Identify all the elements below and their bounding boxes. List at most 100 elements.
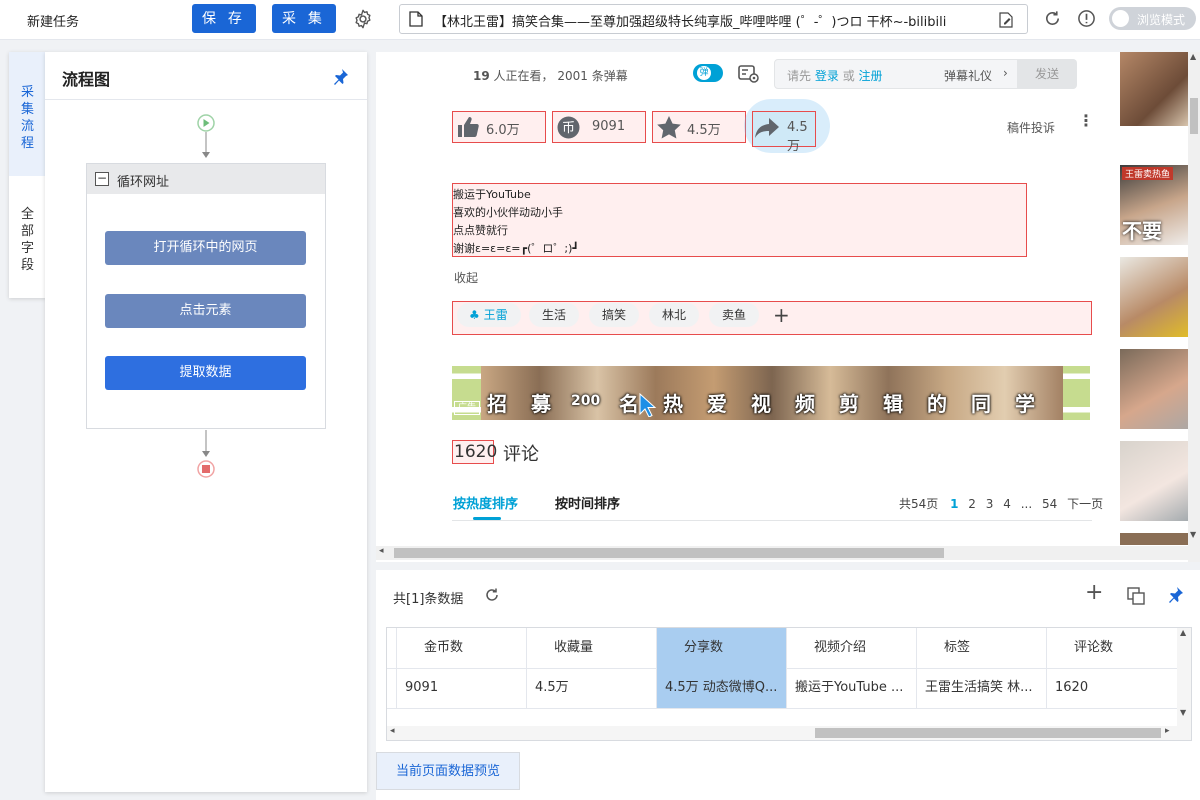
pin-panel-icon[interactable] [1168, 586, 1184, 604]
column-header[interactable]: 评论数 [1074, 628, 1113, 668]
banner-char: 200 [571, 393, 601, 409]
viewer-count: 19 [473, 69, 490, 83]
table-cell[interactable]: 9091 [405, 668, 520, 708]
column-video-intro[interactable]: 视频介绍 搬运于YouTube ... [787, 628, 917, 708]
sort-by-hot[interactable]: 按热度排序 [453, 493, 518, 512]
vertical-scroll-thumb[interactable] [1190, 98, 1198, 134]
pager-next[interactable]: 下一页 [1067, 497, 1103, 511]
send-button[interactable]: 发送 [1017, 59, 1077, 89]
browse-mode-toggle[interactable]: 浏览模式 [1109, 7, 1196, 30]
tag-life[interactable]: 生活 [529, 303, 580, 327]
sort-by-time[interactable]: 按时间排序 [555, 493, 620, 512]
more-vertical-icon[interactable]: ⋮ [1078, 113, 1094, 129]
pager-page-4[interactable]: 4 [1003, 497, 1011, 511]
column-comments[interactable]: 评论数 1620 [1047, 628, 1177, 708]
pager-page-1[interactable]: 1 [950, 497, 958, 511]
scroll-down-icon[interactable]: ▼ [1180, 708, 1186, 717]
vertical-scrollbar[interactable]: ▲ ▼ [1188, 52, 1200, 562]
info-icon[interactable] [1077, 9, 1096, 28]
table-cell[interactable]: 4.5万 [535, 668, 650, 708]
tag-linbei[interactable]: 林北 [649, 303, 700, 327]
step-extract-data[interactable]: 提取数据 [105, 356, 306, 390]
tag-funny[interactable]: 搞笑 [589, 303, 640, 327]
danmaku-input[interactable]: 请先 登录 或 注册 弹幕礼仪 › 发送 [774, 59, 1077, 89]
tag-wanglei[interactable]: ♣ 王雷 [457, 303, 521, 327]
danmaku-settings-icon[interactable] [738, 64, 760, 84]
mouse-cursor-icon [639, 393, 657, 417]
register-link[interactable]: 注册 [859, 69, 883, 83]
copy-settings-icon[interactable] [1127, 587, 1145, 605]
tag-sellfish[interactable]: 卖鱼 [709, 303, 760, 327]
horizontal-scroll-thumb[interactable] [394, 548, 944, 558]
tab-current-page-preview[interactable]: 当前页面数据预览 [376, 752, 520, 790]
column-shares-selected[interactable]: 分享数 4.5万 动态微博Q... [657, 628, 787, 708]
task-title: 新建任务 [27, 15, 80, 30]
pager-page-3[interactable]: 3 [986, 497, 994, 511]
collapse-link[interactable]: 收起 [454, 269, 478, 286]
share-count: 4.5万 [787, 120, 808, 154]
table-horizontal-scrollbar[interactable]: ◂ ▸ [387, 726, 1191, 740]
column-header[interactable]: 视频介绍 [814, 628, 866, 668]
tab-collect-flow[interactable]: 采集流程 [9, 52, 46, 176]
scroll-left-icon[interactable]: ◂ [379, 546, 384, 556]
favorite-button[interactable]: 4.5万 [652, 111, 746, 143]
pin-icon[interactable] [333, 68, 349, 86]
recruit-banner-ad[interactable]: 广告 招 募 200 名 热 爱 视 频 剪 辑 的 同 学 [452, 366, 1090, 420]
column-favorites[interactable]: 收藏量 4.5万 [527, 628, 657, 708]
horizontal-scrollbar[interactable]: ◂ [376, 546, 1188, 560]
table-cell[interactable]: 4.5万 动态微博Q... [665, 668, 783, 708]
column-header[interactable]: 收藏量 [554, 628, 593, 668]
step-click-element[interactable]: 点击元素 [105, 294, 306, 328]
desc-line: 喜欢的小伙伴动动小手 [453, 206, 563, 219]
data-table: 金币数 9091 收藏量 4.5万 分享数 4.5万 动态微博Q... 视频介绍… [386, 627, 1192, 741]
column-header[interactable]: 标签 [944, 628, 970, 668]
banner-char: 同 [971, 392, 991, 416]
share-button[interactable]: 4.5万 [752, 111, 816, 154]
scroll-up-icon[interactable]: ▲ [1190, 52, 1196, 61]
column-coins[interactable]: 金币数 9091 [397, 628, 527, 708]
gear-icon[interactable] [352, 8, 374, 30]
danmaku-toggle[interactable]: 弹 [693, 64, 723, 82]
star-icon [657, 116, 681, 139]
report-link[interactable]: 稿件投诉 [1007, 119, 1055, 136]
coin-button[interactable]: 币 9091 [552, 111, 646, 143]
comment-count-box[interactable]: 1620 [452, 440, 497, 464]
table-cell[interactable]: 1620 [1055, 668, 1170, 708]
pager-page-last[interactable]: 54 [1042, 497, 1057, 511]
step-open-page[interactable]: 打开循环中的网页 [105, 231, 306, 265]
tag-list[interactable]: ♣ 王雷 生活 搞笑 林北 卖鱼 + [452, 301, 1092, 335]
danmaku-text: 条弹幕 [591, 69, 628, 83]
loop-header[interactable]: − 循环网址 [87, 164, 325, 194]
banner-char: 名 [619, 392, 639, 416]
save-button[interactable]: 保 存 [192, 4, 256, 33]
danmaku-etiquette-link[interactable]: 弹幕礼仪 [944, 67, 992, 84]
banner-char: 的 [927, 392, 947, 416]
scroll-down-icon[interactable]: ▼ [1190, 530, 1196, 539]
refresh-icon[interactable] [1043, 9, 1062, 28]
column-header[interactable]: 金币数 [424, 628, 463, 668]
flow-title: 流程图 [62, 70, 111, 89]
data-count: 共[1]条数据 [393, 592, 464, 607]
video-description[interactable]: 搬运于YouTube 喜欢的小伙伴动动小手 点点赞就行 谢谢ε=ε=ε=┏(゜ロ… [452, 183, 1027, 257]
scroll-up-icon[interactable]: ▲ [1180, 628, 1186, 637]
table-cell[interactable]: 搬运于YouTube ... [795, 668, 913, 708]
pager-page-2[interactable]: 2 [968, 497, 976, 511]
table-scroll-thumb[interactable] [815, 728, 1161, 738]
edit-url-icon[interactable] [998, 12, 1014, 28]
add-field-icon[interactable]: + [1085, 582, 1103, 604]
comment-pager: 共54页 1 2 3 4 ... 54 下一页 [899, 495, 1103, 512]
scroll-right-icon[interactable]: ▸ [1165, 726, 1170, 736]
tab-all-fields[interactable]: 全部字段 [9, 176, 46, 298]
login-link[interactable]: 登录 [815, 69, 839, 83]
column-header[interactable]: 分享数 [684, 628, 723, 668]
collapse-minus-icon[interactable]: − [95, 172, 109, 186]
reload-data-icon[interactable] [484, 587, 500, 603]
collect-button[interactable]: 采 集 [272, 4, 336, 33]
scroll-left-icon[interactable]: ◂ [390, 726, 395, 736]
like-button[interactable]: 6.0万 [452, 111, 546, 143]
table-cell[interactable]: 王雷生活搞笑 林... [925, 668, 1043, 708]
add-tag-icon[interactable]: + [773, 303, 790, 327]
column-tags[interactable]: 标签 王雷生活搞笑 林... [917, 628, 1047, 708]
table-vertical-scrollbar[interactable]: ▲ ▼ [1177, 628, 1191, 726]
url-bar[interactable]: 【林北王雷】搞笑合集——至尊加强超级特长纯享版_哔哩哔哩 (゜-゜)つロ 干杯~… [399, 4, 1028, 34]
